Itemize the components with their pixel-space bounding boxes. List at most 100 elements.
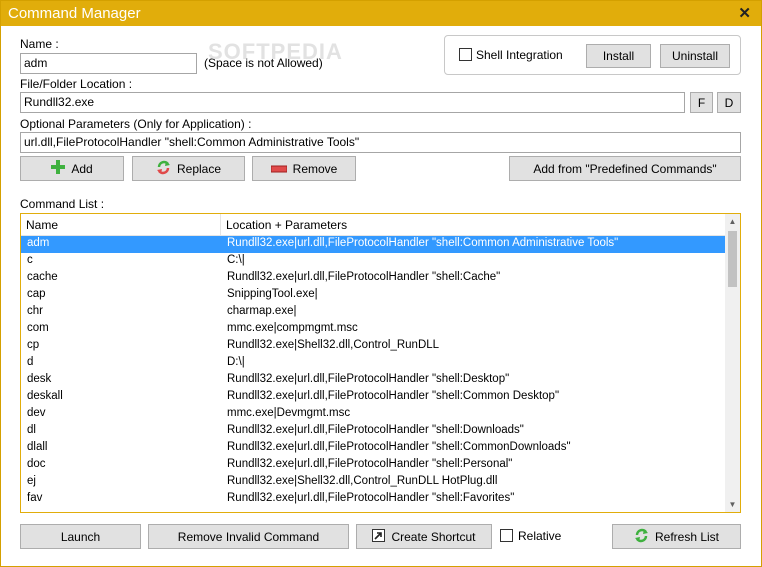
table-row[interactable]: deskall Rundll32.exe|url.dll,FileProtocol… [21,389,726,406]
install-button-label: Install [602,49,635,63]
row-name-cell: cache [27,271,58,283]
row-location-cell: mmc.exe|compmgmt.msc [227,322,358,334]
row-name-cell: cp [27,339,40,351]
row-name-cell: chr [27,305,43,317]
scroll-up-icon[interactable]: ▲ [725,214,740,229]
location-input[interactable]: Rundll32.exe [20,92,685,113]
create-shortcut-label: Create Shortcut [391,529,476,544]
column-header-location[interactable]: Location + Parameters [226,218,347,232]
row-name-cell: dlall [27,441,48,453]
table-row[interactable]: chr charmap.exe| [21,304,726,321]
remove-button[interactable]: Remove [252,156,356,181]
row-location-cell: Rundll32.exe|url.dll,FileProtocolHandler… [227,271,501,283]
row-name-cell: d [27,356,34,368]
minus-icon [270,162,288,176]
table-row[interactable]: dl Rundll32.exe|url.dll,FileProtocolHandl… [21,423,726,440]
table-row[interactable]: c C:\| [21,253,726,270]
table-row[interactable]: fav Rundll32.exe|url.dll,FileProtocolHand… [21,491,726,508]
add-predefined-button[interactable]: Add from "Predefined Commands" [509,156,741,181]
add-button[interactable]: Add [20,156,124,181]
row-name-cell: desk [27,373,52,385]
table-row[interactable]: dlall Rundll32.exe|url.dll,FileProtocolHa… [21,440,726,457]
relative-checkbox[interactable] [500,529,513,542]
uninstall-button[interactable]: Uninstall [660,44,730,68]
row-location-cell: Rundll32.exe|Shell32.dll,Control_RunDLL [227,339,440,351]
replace-button[interactable]: Replace [132,156,245,181]
row-location-cell: SnippingTool.exe| [227,288,318,300]
table-row[interactable]: adm Rundll32.exe|url.dll,FileProtocolHand… [21,236,726,253]
replace-button-label: Replace [176,161,222,176]
name-input[interactable]: adm [20,53,197,74]
shell-integration-checkbox[interactable] [459,48,472,61]
table-row[interactable]: ej Rundll32.exe|Shell32.dll,Control_RunDL… [21,474,726,491]
install-button[interactable]: Install [586,44,651,68]
params-input[interactable]: url.dll,FileProtocolHandler "shell:Commo… [20,132,741,153]
row-location-cell: Rundll32.exe|url.dll,FileProtocolHandler… [227,458,513,470]
params-label: Optional Parameters (Only for Applicatio… [20,117,252,131]
row-name-cell: c [27,254,33,266]
close-icon[interactable]: ✕ [738,4,751,22]
refresh-list-button[interactable]: Refresh List [612,524,741,549]
table-row[interactable]: dev mmc.exe|Devmgmt.msc [21,406,726,423]
column-header-name[interactable]: Name [26,218,58,232]
list-rows: adm Rundll32.exe|url.dll,FileProtocolHand… [21,236,726,512]
browse-file-label: F [697,95,706,110]
row-location-cell: Rundll32.exe|url.dll,FileProtocolHandler… [227,492,515,504]
row-name-cell: cap [27,288,46,300]
table-row[interactable]: cp Rundll32.exe|Shell32.dll,Control_RunDL… [21,338,726,355]
row-location-cell: Rundll32.exe|url.dll,FileProtocolHandler… [227,373,510,385]
row-location-cell: mmc.exe|Devmgmt.msc [227,407,351,419]
row-location-cell: Rundll32.exe|url.dll,FileProtocolHandler… [227,390,560,402]
column-divider[interactable] [220,214,221,236]
add-button-label: Add [71,161,93,176]
table-row[interactable]: desk Rundll32.exe|url.dll,FileProtocolHan… [21,372,726,389]
browse-folder-button[interactable]: D [717,92,741,113]
command-manager-window: Command Manager ✕ Name : adm (Space is n… [0,0,762,567]
launch-button[interactable]: Launch [20,524,141,549]
row-name-cell: dl [27,424,36,436]
command-list[interactable]: Name Location + Parameters adm Rundll32.e… [20,213,741,513]
remove-invalid-button[interactable]: Remove Invalid Command [148,524,349,549]
browse-file-button[interactable]: F [690,92,713,113]
table-row[interactable]: doc Rundll32.exe|url.dll,FileProtocolHand… [21,457,726,474]
row-location-cell: Rundll32.exe|url.dll,FileProtocolHandler… [227,424,524,436]
row-location-cell: C:\| [227,254,245,266]
launch-button-label: Launch [60,529,101,544]
row-name-cell: deskall [27,390,63,402]
add-predefined-label: Add from "Predefined Commands" [533,161,717,176]
location-label: File/Folder Location : [20,77,133,91]
create-shortcut-button[interactable]: Create Shortcut [356,524,492,549]
table-row[interactable]: cap SnippingTool.exe| [21,287,726,304]
scroll-down-icon[interactable]: ▼ [725,497,740,512]
row-name-cell: fav [27,492,43,504]
row-name-cell: adm [27,237,50,249]
command-list-label: Command List : [20,197,105,211]
row-location-cell: Rundll32.exe|Shell32.dll,Control_RunDLL … [227,475,498,487]
table-row[interactable]: com mmc.exe|compmgmt.msc [21,321,726,338]
shell-integration-label: Shell Integration [476,48,563,62]
row-location-cell: Rundll32.exe|url.dll,FileProtocolHandler… [227,237,619,249]
scroll-thumb[interactable] [728,231,737,287]
table-row[interactable]: d D:\| [21,355,726,372]
plus-icon [51,160,66,177]
refresh-icon [634,528,649,546]
row-name-cell: dev [27,407,46,419]
list-scrollbar[interactable]: ▲ ▼ [725,214,740,512]
relative-label: Relative [518,529,562,543]
remove-button-label: Remove [292,161,338,176]
row-name-cell: doc [27,458,46,470]
name-hint: (Space is not Allowed) [204,56,323,70]
title-bar: Command Manager ✕ [1,1,761,26]
uninstall-button-label: Uninstall [671,49,719,63]
row-location-cell: charmap.exe| [227,305,297,317]
refresh-list-label: Refresh List [654,529,720,544]
row-location-cell: Rundll32.exe|url.dll,FileProtocolHandler… [227,441,571,453]
browse-folder-label: D [724,95,734,110]
row-name-cell: ej [27,475,36,487]
row-name-cell: com [27,322,49,334]
shortcut-icon [372,528,386,545]
replace-icon [156,160,171,178]
table-row[interactable]: cache Rundll32.exe|url.dll,FileProtocolHa… [21,270,726,287]
row-location-cell: D:\| [227,356,245,368]
list-header: Name Location + Parameters [21,214,726,236]
